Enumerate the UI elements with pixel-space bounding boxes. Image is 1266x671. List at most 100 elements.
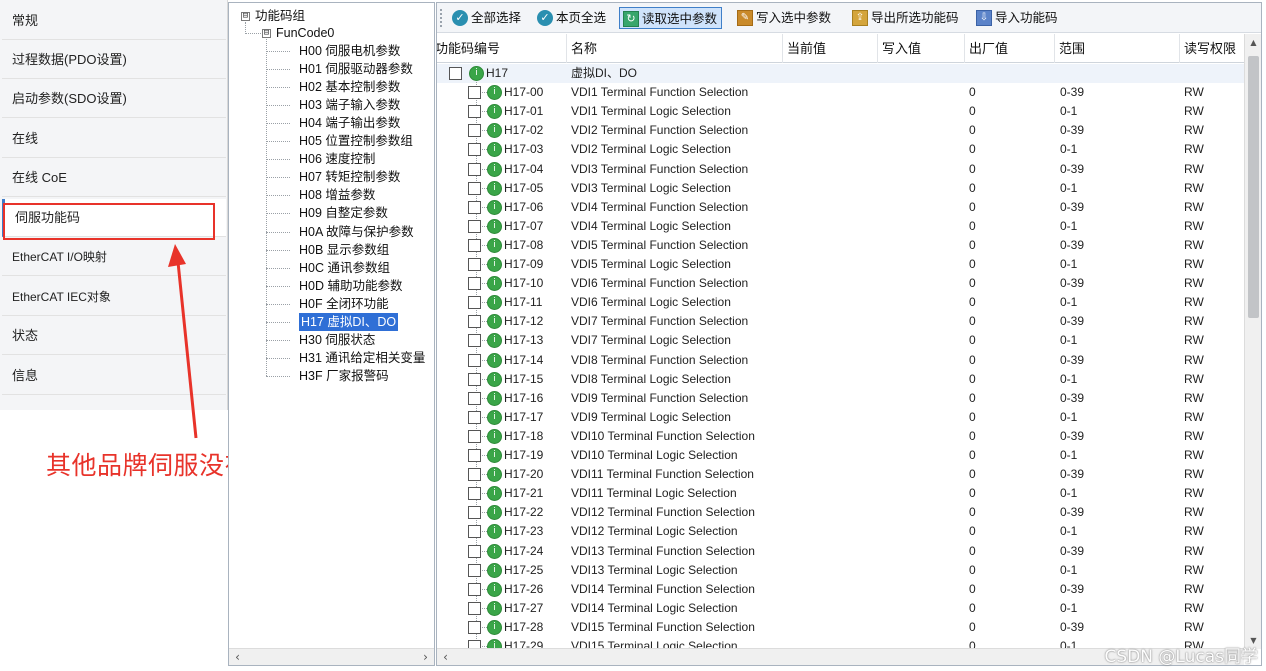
group-checkbox[interactable] bbox=[449, 67, 462, 80]
row-checkbox[interactable] bbox=[468, 353, 481, 367]
nav-item-2[interactable]: 启动参数(SDO设置) bbox=[2, 80, 226, 118]
row-checkbox[interactable] bbox=[468, 296, 481, 310]
toolbar-button-5[interactable]: ⇩ 导入功能码 bbox=[973, 7, 1062, 29]
tree-item-13[interactable]: H0D 辅助功能参数 bbox=[299, 277, 402, 295]
toolbar-button-2[interactable]: ↻ 读取选中参数 bbox=[619, 7, 723, 29]
table-row[interactable]: i H17-19 VDI10 Terminal Logic Selection 0 0-… bbox=[437, 446, 1245, 465]
column-header-2[interactable]: 当前值 bbox=[783, 34, 878, 63]
tree-item-7[interactable]: H07 转矩控制参数 bbox=[299, 168, 400, 186]
scroll-up-icon[interactable]: ▲ bbox=[1245, 34, 1261, 51]
tree-item-6[interactable]: H06 速度控制 bbox=[299, 150, 375, 168]
tree-item-2[interactable]: H02 基本控制参数 bbox=[299, 78, 400, 96]
tree-item-8[interactable]: H08 增益参数 bbox=[299, 186, 375, 204]
scroll-left-icon[interactable]: ‹ bbox=[437, 649, 454, 665]
table-row[interactable]: i H17-20 VDI11 Terminal Function Selection… bbox=[437, 465, 1245, 484]
table-row[interactable]: i H17-11 VDI6 Terminal Logic Selection 0 0-1… bbox=[437, 293, 1245, 312]
row-checkbox[interactable] bbox=[468, 334, 481, 348]
tree-item-18[interactable]: H3F 厂家报警码 bbox=[299, 367, 389, 385]
row-checkbox[interactable] bbox=[468, 162, 481, 176]
table-row[interactable]: i H17-16 VDI9 Terminal Function Selection 0… bbox=[437, 389, 1245, 408]
scroll-left-icon[interactable]: ‹ bbox=[229, 649, 246, 665]
tree-item-14[interactable]: H0F 全闭环功能 bbox=[299, 295, 389, 313]
row-checkbox[interactable] bbox=[468, 315, 481, 329]
table-row[interactable]: i H17-01 VDI1 Terminal Logic Selection 0 0-1… bbox=[437, 102, 1245, 121]
table-row[interactable]: i H17-10 VDI6 Terminal Function Selection 0… bbox=[437, 274, 1245, 293]
tree-child-label[interactable]: FunCode0 bbox=[276, 24, 334, 42]
toolbar-button-4[interactable]: ⇪ 导出所选功能码 bbox=[849, 7, 963, 29]
function-code-tree[interactable]: ⊟ 功能码组 ⊟ FunCode0 H00 伺服电机参数 H01 伺服驱动器参数 H02 基… bbox=[228, 2, 435, 666]
group-row[interactable]: i H17 虚拟DI、DO bbox=[437, 64, 1245, 84]
tree-item-1[interactable]: H01 伺服驱动器参数 bbox=[299, 60, 413, 78]
tree-item-5[interactable]: H05 位置控制参数组 bbox=[299, 132, 413, 150]
tree-item-4[interactable]: H04 端子输出参数 bbox=[299, 114, 400, 132]
nav-item-8[interactable]: 状态 bbox=[2, 317, 226, 355]
row-checkbox[interactable] bbox=[468, 143, 481, 157]
table-row[interactable]: i H17-18 VDI10 Terminal Function Selection… bbox=[437, 427, 1245, 446]
row-checkbox[interactable] bbox=[468, 238, 481, 252]
column-header-5[interactable]: 范围 bbox=[1055, 34, 1180, 63]
tree-item-9[interactable]: H09 自整定参数 bbox=[299, 204, 388, 222]
column-header-0[interactable]: 功能码编号 bbox=[437, 34, 567, 63]
row-checkbox[interactable] bbox=[468, 258, 481, 271]
row-checkbox[interactable] bbox=[468, 105, 481, 119]
tree-root-expander-icon[interactable]: ⊟ bbox=[241, 12, 250, 21]
row-checkbox[interactable] bbox=[468, 620, 481, 634]
table-row[interactable]: i H17-15 VDI8 Terminal Logic Selection 0 0-1… bbox=[437, 370, 1245, 389]
table-row[interactable]: i H17-17 VDI9 Terminal Logic Selection 0 0-1… bbox=[437, 408, 1245, 427]
column-header-3[interactable]: 写入值 bbox=[878, 34, 965, 63]
row-checkbox[interactable] bbox=[468, 544, 481, 558]
tree-root-label[interactable]: 功能码组 bbox=[255, 7, 305, 25]
table-row[interactable]: i H17-23 VDI12 Terminal Logic Selection 0 0-… bbox=[437, 522, 1245, 541]
nav-item-3[interactable]: 在线 bbox=[2, 120, 226, 158]
row-checkbox[interactable] bbox=[468, 525, 481, 539]
table-row[interactable]: i H17-06 VDI4 Terminal Function Selection 0… bbox=[437, 198, 1245, 217]
row-checkbox[interactable] bbox=[468, 601, 481, 615]
row-checkbox[interactable] bbox=[468, 563, 481, 577]
nav-item-7[interactable]: EtherCAT IEC对象 bbox=[2, 278, 226, 316]
row-checkbox[interactable] bbox=[468, 582, 481, 596]
nav-item-0[interactable]: 常规 bbox=[2, 2, 226, 40]
tree-item-16[interactable]: H30 伺服状态 bbox=[299, 331, 375, 349]
row-checkbox[interactable] bbox=[468, 487, 481, 501]
table-row[interactable]: i H17-13 VDI7 Terminal Logic Selection 0 0-1… bbox=[437, 331, 1245, 350]
table-row[interactable]: i H17-03 VDI2 Terminal Logic Selection 0 0-1… bbox=[437, 140, 1245, 159]
row-checkbox[interactable] bbox=[468, 506, 481, 520]
nav-item-6[interactable]: EtherCAT I/O映射 bbox=[2, 238, 226, 276]
tree-item-11[interactable]: H0B 显示参数组 bbox=[299, 241, 389, 259]
table-row[interactable]: i H17-28 VDI15 Terminal Function Selection… bbox=[437, 618, 1245, 637]
row-checkbox[interactable] bbox=[468, 200, 481, 214]
row-checkbox[interactable] bbox=[468, 277, 481, 291]
grid-vertical-scroll-thumb[interactable] bbox=[1248, 56, 1259, 318]
table-row[interactable]: i H17-00 VDI1 Terminal Function Selection 0… bbox=[437, 83, 1245, 102]
toolbar-button-3[interactable]: ✎ 写入选中参数 bbox=[734, 7, 835, 29]
grid-vertical-scrollbar[interactable]: ▲ ▼ bbox=[1244, 34, 1261, 649]
table-row[interactable]: i H17-05 VDI3 Terminal Logic Selection 0 0-1… bbox=[437, 179, 1245, 198]
row-checkbox[interactable] bbox=[468, 410, 481, 424]
tree-item-15[interactable]: H17 虚拟DI、DO bbox=[299, 312, 399, 331]
row-checkbox[interactable] bbox=[468, 468, 481, 482]
table-row[interactable]: i H17-04 VDI3 Terminal Function Selection 0… bbox=[437, 160, 1245, 179]
nav-item-4[interactable]: 在线 CoE bbox=[2, 159, 226, 197]
row-checkbox[interactable] bbox=[468, 181, 481, 195]
table-row[interactable]: i H17-12 VDI7 Terminal Function Selection 0… bbox=[437, 312, 1245, 331]
row-checkbox[interactable] bbox=[468, 391, 481, 405]
toolbar-button-1[interactable]: ✓ 本页全选 bbox=[534, 7, 610, 29]
tree-item-3[interactable]: H03 端子输入参数 bbox=[299, 96, 400, 114]
row-checkbox[interactable] bbox=[468, 219, 481, 233]
tree-child-expander-icon[interactable]: ⊟ bbox=[262, 29, 271, 38]
table-row[interactable]: i H17-08 VDI5 Terminal Function Selection 0… bbox=[437, 236, 1245, 255]
row-checkbox[interactable] bbox=[468, 372, 481, 386]
tree-item-12[interactable]: H0C 通讯参数组 bbox=[299, 259, 390, 277]
column-header-1[interactable]: 名称 bbox=[567, 34, 783, 63]
scroll-right-icon[interactable]: › bbox=[417, 649, 434, 665]
table-row[interactable]: i H17-21 VDI11 Terminal Logic Selection 0 0-… bbox=[437, 484, 1245, 503]
table-row[interactable]: i H17-25 VDI13 Terminal Logic Selection 0 0-… bbox=[437, 561, 1245, 580]
row-checkbox[interactable] bbox=[468, 429, 481, 443]
tree-item-10[interactable]: H0A 故障与保护参数 bbox=[299, 223, 414, 241]
row-checkbox[interactable] bbox=[468, 124, 481, 138]
table-row[interactable]: i H17-14 VDI8 Terminal Function Selection 0… bbox=[437, 351, 1245, 370]
row-checkbox[interactable] bbox=[468, 86, 481, 100]
nav-item-1[interactable]: 过程数据(PDO设置) bbox=[2, 41, 226, 79]
nav-item-9[interactable]: 信息 bbox=[2, 357, 226, 395]
table-row[interactable]: i H17-26 VDI14 Terminal Function Selection… bbox=[437, 580, 1245, 599]
